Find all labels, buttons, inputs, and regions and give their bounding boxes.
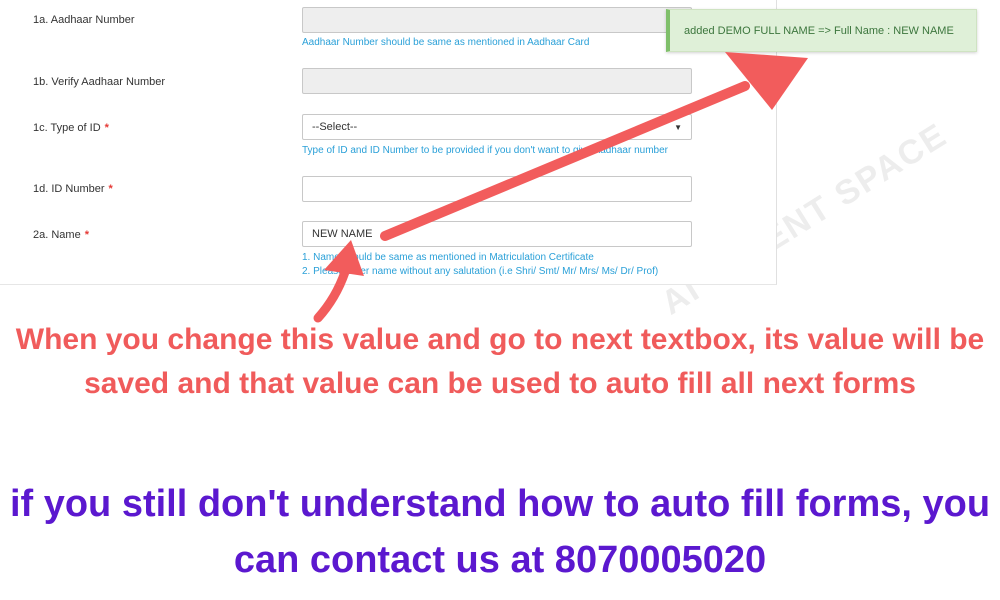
name-help-1: 1. Name should be same as mentioned in M… (302, 252, 594, 263)
registration-form: 1a. Aadhaar Number Aadhaar Number should… (0, 0, 777, 285)
name-label-text: 2a. Name (33, 229, 81, 241)
id-type-help: Type of ID and ID Number to be provided … (302, 145, 669, 156)
id-number-input[interactable] (302, 176, 692, 202)
chevron-down-icon: ▼ (674, 122, 682, 132)
name-input[interactable] (302, 221, 692, 247)
name-help-2: 2. Please enter name without any salutat… (302, 266, 659, 277)
id-type-select[interactable]: --Select-- ▼ (302, 114, 692, 140)
id-type-label: 1c. Type of ID * (33, 122, 109, 134)
aadhaar-number-label: 1a. Aadhaar Number (33, 14, 135, 26)
id-type-selected-value: --Select-- (312, 121, 358, 133)
id-number-label-text: 1d. ID Number (33, 183, 105, 195)
required-mark: * (104, 122, 109, 134)
id-type-label-text: 1c. Type of ID (33, 122, 101, 134)
id-number-label: 1d. ID Number * (33, 183, 113, 195)
aadhaar-number-help: Aadhaar Number should be same as mention… (302, 37, 590, 48)
required-mark: * (84, 229, 89, 241)
verify-aadhaar-input[interactable] (302, 68, 692, 94)
instruction-caption: When you change this value and go to nex… (15, 323, 985, 400)
success-toast: added DEMO FULL NAME => Full Name : NEW … (666, 9, 977, 52)
verify-aadhaar-label: 1b. Verify Aadhaar Number (33, 76, 166, 88)
aadhaar-number-input[interactable] (302, 7, 692, 33)
contact-caption: if you still don't understand how to aut… (9, 483, 991, 581)
required-mark: * (108, 183, 113, 195)
name-label: 2a. Name * (33, 229, 89, 241)
